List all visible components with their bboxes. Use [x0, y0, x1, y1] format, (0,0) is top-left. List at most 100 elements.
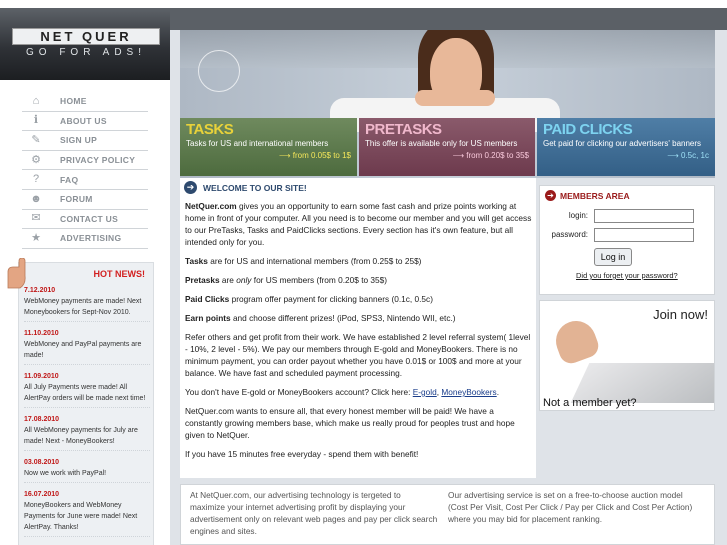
- panel-price: ⟶ from 0.05$ to 1$: [186, 151, 351, 160]
- term: Paid Clicks: [185, 294, 230, 304]
- panel-price: ⟶ from 0.20$ to 35$: [365, 151, 529, 160]
- panel-price-value: 0.5c, 1c: [680, 151, 709, 160]
- main-nav: ⌂ HOME ℹ ABOUT US ✎ SIGN UP ⚙ PRIVACY POLICY…: [22, 92, 148, 249]
- arrow-circle-icon: ➔: [184, 181, 197, 194]
- paragraph-text: program offer payment for clicking banne…: [229, 294, 433, 304]
- pointing-hand-icon: [7, 258, 26, 289]
- account-paragraph: You don't have E-gold or MoneyBookers ac…: [185, 386, 533, 398]
- term: Pretasks: [185, 275, 220, 285]
- people-icon: ☻: [30, 192, 42, 205]
- news-title: HOT NEWS!: [93, 269, 146, 279]
- paragraph-text: are: [219, 275, 237, 285]
- news-date: 16.07.2010: [24, 491, 60, 498]
- nav-label: PRIVACY POLICY: [60, 155, 136, 166]
- nav-item-home[interactable]: ⌂ HOME: [22, 92, 148, 112]
- join-now-text: Join now!: [653, 307, 708, 322]
- term: Earn points: [185, 313, 231, 323]
- paragraph-text: are for US and international members (fr…: [207, 256, 422, 266]
- nav-label: CONTACT US: [60, 213, 119, 224]
- password-label: password:: [551, 230, 588, 239]
- nav-label: ABOUT US: [60, 115, 107, 126]
- welcome-title: WELCOME TO OUR SITE!: [203, 182, 307, 193]
- login-button[interactable]: Log in: [594, 248, 632, 266]
- news-box: HOT NEWS! 7.12.2010 WebMoney payments are…: [18, 262, 154, 545]
- panel-text: Tasks for US and international members: [186, 139, 329, 148]
- news-text: WebMoney and PayPal payments are made!: [24, 341, 142, 359]
- nav-item-about-us[interactable]: ℹ ABOUT US: [22, 112, 148, 132]
- nav-label: ADVERTISING: [60, 233, 122, 244]
- panel-text: Get paid for clicking our advertisers' b…: [543, 139, 702, 148]
- nav-item-advertising[interactable]: ★ ADVERTISING: [22, 229, 148, 249]
- news-text: Now we work with PayPal!: [24, 470, 107, 477]
- news-date: 11.09.2010: [24, 373, 59, 380]
- intro-paragraph: NetQuer.com gives you an opportunity to …: [185, 200, 533, 248]
- top-bar: [170, 0, 727, 8]
- news-text: WebMoney payments are made! Next Moneybo…: [24, 298, 142, 316]
- news-item: 16.07.2010 MoneyBookers and WebMoney Paym…: [24, 491, 150, 537]
- join-banner[interactable]: Join now! Not a member yet?: [539, 300, 715, 411]
- footer-text-left: At NetQuer.com, our advertising technolo…: [190, 490, 438, 536]
- password-input[interactable]: [594, 228, 694, 242]
- hand-image: [550, 315, 602, 367]
- nav-label: FAQ: [60, 174, 79, 185]
- news-text: All WebMoney payments for July are made!…: [24, 427, 138, 445]
- logo-tagline: GO FOR ADS!: [25, 47, 146, 58]
- moneybookers-link[interactable]: MoneyBookers: [441, 387, 496, 397]
- pretasks-panel[interactable]: PRETASKS This offer is available only fo…: [359, 118, 535, 176]
- nav-item-faq[interactable]: ? FAQ: [22, 170, 148, 190]
- nav-item-privacy-policy[interactable]: ⚙ PRIVACY POLICY: [22, 151, 148, 171]
- term: Tasks: [185, 256, 208, 266]
- news-text: All July Payments were made! All AlertPa…: [24, 384, 146, 402]
- nav-item-forum[interactable]: ☻ FORUM: [22, 190, 148, 210]
- news-item: 11.09.2010 All July Payments were made! A…: [24, 373, 150, 408]
- forgot-password-link[interactable]: Did you forget your password?: [576, 271, 678, 280]
- members-header: ➔ MEMBERS AREA: [545, 190, 630, 201]
- pretasks-paragraph: Pretasks are only for US members (from 0…: [185, 274, 533, 286]
- site-logo[interactable]: NET QUER: [12, 28, 160, 45]
- news-text: MoneyBookers and WebMoney Payments for J…: [24, 502, 138, 531]
- nav-item-contact-us[interactable]: ✉ CONTACT US: [22, 210, 148, 230]
- news-item: 11.10.2010 WebMoney and PayPal payments a…: [24, 330, 150, 365]
- news-item: 7.12.2010 WebMoney payments are made! Nex…: [24, 287, 150, 322]
- news-item: 03.08.2010 Now we work with PayPal!: [24, 459, 150, 483]
- paragraph-text: for US members (from 0.20$ to 35$): [251, 275, 388, 285]
- trust-paragraph: NetQuer.com wants to ensure all, that ev…: [185, 406, 515, 440]
- paid-clicks-panel[interactable]: PAID CLICKS Get paid for clicking our ad…: [537, 118, 715, 176]
- welcome-text: NetQuer.com gives you an opportunity to …: [185, 200, 533, 467]
- arrow-circle-icon: ➔: [545, 190, 556, 201]
- referral-paragraph: Refer others and get profit from their w…: [185, 332, 531, 378]
- news-date: 17.08.2010: [24, 416, 60, 423]
- advertising-footer: At NetQuer.com, our advertising technolo…: [180, 484, 715, 545]
- info-icon: ℹ: [33, 114, 39, 127]
- panel-price-value: from 0.05$ to 1$: [292, 151, 351, 160]
- gears-icon: ⚙: [31, 153, 41, 166]
- logo-band: NET QUER GO FOR ADS!: [0, 0, 170, 80]
- login-input[interactable]: [594, 209, 694, 223]
- login-label: login:: [568, 211, 588, 220]
- arrow-icon: ⟶: [452, 151, 467, 160]
- news-date: 7.12.2010: [24, 287, 56, 294]
- brand-name: NetQuer.com: [185, 201, 237, 211]
- panel-text: This offer is available only for US memb…: [365, 139, 518, 148]
- globe-icon: [198, 50, 240, 92]
- panel-title: PRETASKS: [365, 121, 442, 138]
- panel-title: TASKS: [186, 121, 234, 138]
- nav-label: HOME: [60, 96, 87, 107]
- news-list: 7.12.2010 WebMoney payments are made! Nex…: [24, 287, 150, 545]
- nav-item-sign-up[interactable]: ✎ SIGN UP: [22, 131, 148, 151]
- earn-points-paragraph: Earn points and choose different prizes!…: [185, 312, 533, 324]
- paragraph-text: gives you an opportunity to earn some fa…: [185, 201, 532, 247]
- home-icon: ⌂: [32, 94, 40, 107]
- model-hands: [415, 90, 495, 106]
- nav-label: FORUM: [60, 194, 93, 205]
- arrow-icon: ⟶: [667, 151, 681, 160]
- tasks-panel[interactable]: TASKS Tasks for US and international mem…: [180, 118, 357, 176]
- benefit-paragraph: If you have 15 minutes free everyday - s…: [185, 449, 419, 459]
- panel-price-value: from 0.20$ to 35$: [466, 151, 529, 160]
- members-title: MEMBERS AREA: [560, 190, 630, 201]
- panel-price: ⟶ 0.5c, 1c: [543, 151, 709, 160]
- join-question-text: Not a member yet?: [543, 397, 637, 409]
- egold-link[interactable]: E-gold: [413, 387, 437, 397]
- news-date: 11.10.2010: [24, 330, 59, 337]
- paragraph-text: You don't have E-gold or MoneyBookers ac…: [185, 387, 413, 397]
